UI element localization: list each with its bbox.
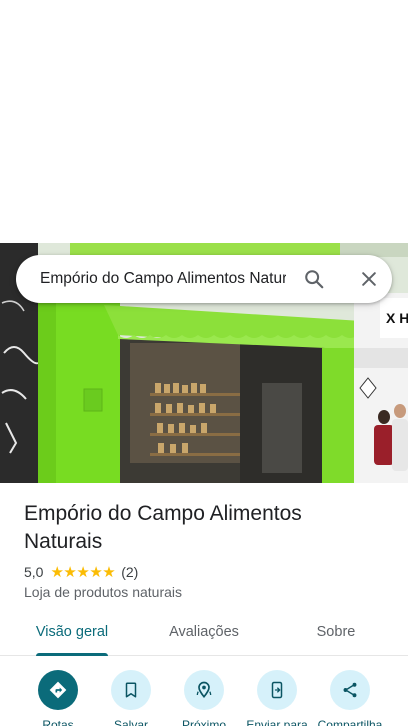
share-icon [330,670,370,710]
place-title: Empório do Campo Alimentos Naturais [24,502,302,553]
nearby-label: Próximo [181,718,226,726]
star-icon: ★ [102,563,116,581]
nearby-button[interactable]: Próximo [167,668,241,726]
save-button[interactable]: Salvar [94,668,168,726]
directions-button[interactable]: Rotas [21,668,95,726]
place-category: Loja de produtos naturais [24,584,182,600]
send-to-phone-button[interactable]: Enviar para [240,668,314,726]
directions-label: Rotas [42,718,74,726]
action-bar: Rotas Salvar Próximo Enviar para Compart… [0,668,408,726]
rating-value: 5,0 [24,564,44,580]
nearby-icon [184,670,224,710]
close-icon[interactable] [357,267,381,291]
save-label: Salvar [113,718,148,726]
rating-row[interactable]: 5,0 ★ ★ ★ ★ ★ (2) [24,563,138,581]
tab-about[interactable]: Sobre [296,613,376,653]
star-icon: ★ [63,563,77,581]
star-rating: ★ ★ ★ ★ ★ [50,565,115,580]
share-button[interactable]: Compartilha [313,668,387,726]
star-icon: ★ [76,563,90,581]
star-icon: ★ [89,563,103,581]
search-input[interactable]: Empório do Campo Alimentos Natur [40,255,286,303]
review-count[interactable]: (2) [121,564,138,580]
star-icon: ★ [50,563,64,581]
search-bar[interactable]: Empório do Campo Alimentos Natur [16,255,392,303]
tab-bar: Visão geral Avaliações Sobre [0,613,408,656]
share-label: Compartilha [317,718,383,726]
search-icon[interactable] [302,267,326,291]
tab-overview[interactable]: Visão geral [24,613,120,653]
bookmark-icon [111,670,151,710]
send-to-phone-label: Enviar para [246,718,308,726]
neighbour-sign-text: X HO [386,310,408,326]
place-sheet: X HO Empório do Campo Alimentos Natur Em… [0,0,408,726]
active-tab-indicator [36,653,108,656]
directions-icon [38,670,78,710]
tab-reviews[interactable]: Avaliações [156,613,252,653]
send-to-phone-icon [257,670,297,710]
